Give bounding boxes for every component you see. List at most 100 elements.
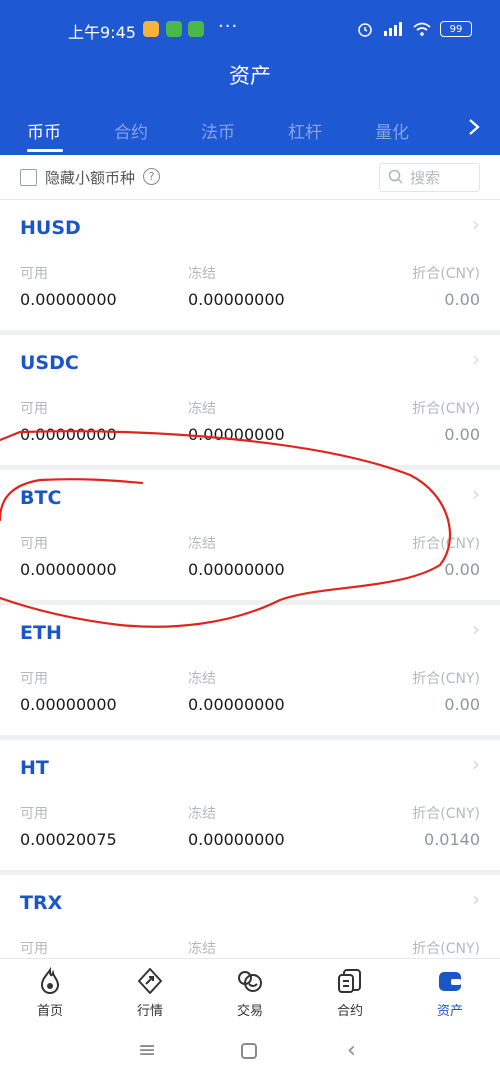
available-value: 0.00020075 (20, 830, 117, 849)
cny-label: 折合(CNY) (412, 941, 480, 957)
tab-spot[interactable]: 币币 (27, 118, 61, 143)
available-label: 可用 (20, 806, 48, 822)
filter-bar: 隐藏小额币种 ? (0, 155, 500, 200)
available-value: 0.00000000 (20, 425, 117, 444)
chevron-right-icon: › (472, 212, 480, 236)
nav-home-label: 首页 (36, 1004, 63, 1019)
search-input[interactable] (410, 167, 474, 189)
chevron-right-icon: › (472, 482, 480, 506)
hide-small-checkbox[interactable] (20, 169, 37, 186)
help-icon[interactable]: ? (143, 168, 160, 185)
cny-value: 0.00 (444, 290, 480, 309)
nav-home[interactable]: 首页 (0, 959, 100, 1025)
download-icon (166, 21, 182, 37)
cny-value: 0.00 (444, 425, 480, 444)
frozen-value: 0.00000000 (188, 425, 285, 444)
cny-value: 0.00 (444, 695, 480, 714)
frozen-label: 冻结 (188, 266, 216, 282)
available-label: 可用 (20, 266, 48, 282)
available-label: 可用 (20, 671, 48, 687)
frozen-label: 冻结 (188, 536, 216, 552)
tab-active-indicator (27, 149, 63, 152)
signal-icon (384, 22, 402, 36)
asset-name: BTC (20, 487, 62, 509)
hide-small-label[interactable]: 隐藏小额币种 (45, 167, 135, 188)
asset-card[interactable]: USDC › 可用 冻结 折合(CNY) 0.00000000 0.000000… (0, 335, 500, 465)
asset-name: HT (20, 757, 49, 779)
cny-value: 0.0140 (424, 830, 480, 849)
frozen-label: 冻结 (188, 671, 216, 687)
asset-name: TRX (20, 892, 63, 914)
battery-icon: 99 (440, 21, 472, 37)
nav-trade[interactable]: 交易 (200, 959, 300, 1025)
asset-card[interactable]: TRX › 可用 冻结 折合(CNY) (0, 875, 500, 958)
nav-contract[interactable]: 合约 (300, 959, 400, 1025)
tab-margin[interactable]: 杠杆 (288, 118, 322, 143)
status-time: 上午9:45 (68, 23, 136, 42)
nav-assets[interactable]: 资产 (400, 959, 500, 1025)
tab-futures[interactable]: 合约 (114, 118, 148, 143)
frozen-label: 冻结 (188, 401, 216, 417)
nav-trade-label: 交易 (236, 1004, 263, 1019)
available-label: 可用 (20, 941, 48, 957)
page-title: 资产 (229, 64, 271, 88)
home-square-icon[interactable] (240, 1038, 258, 1066)
chevron-right-icon: › (472, 887, 480, 911)
asset-name: HUSD (20, 217, 81, 239)
chevron-right-icon[interactable] (468, 117, 480, 141)
nav-contract-label: 合约 (336, 1004, 363, 1019)
menu-icon[interactable]: ≡ (138, 1038, 156, 1063)
contract-icon (338, 969, 361, 993)
asset-card[interactable]: HUSD › 可用 冻结 折合(CNY) 0.00000000 0.000000… (0, 200, 500, 330)
asset-name: ETH (20, 622, 62, 644)
search-box[interactable] (379, 163, 480, 192)
nav-market[interactable]: 行情 (100, 959, 200, 1025)
available-value: 0.00000000 (20, 560, 117, 579)
asset-card[interactable]: HT › 可用 冻结 折合(CNY) 0.00020075 0.00000000… (0, 740, 500, 870)
frozen-value: 0.00000000 (188, 695, 285, 714)
trade-icon (238, 971, 262, 992)
tab-quant[interactable]: 量化 (375, 118, 409, 143)
available-value: 0.00000000 (20, 290, 117, 309)
frozen-value: 0.00000000 (188, 560, 285, 579)
home-flame-icon (40, 967, 60, 994)
back-icon[interactable]: ‹ (347, 1038, 356, 1063)
download-icon (188, 21, 204, 37)
more-notifications-icon: ··· (218, 16, 239, 37)
status-icons: 99 (356, 20, 472, 38)
asset-card[interactable]: ETH › 可用 冻结 折合(CNY) 0.00000000 0.0000000… (0, 605, 500, 735)
alarm-icon (358, 23, 372, 37)
chevron-right-icon: › (472, 617, 480, 641)
tab-fiat[interactable]: 法币 (201, 118, 235, 143)
status-bar: 上午9:45 ··· 99 (0, 0, 500, 60)
cny-label: 折合(CNY) (412, 536, 480, 552)
chevron-right-icon: › (472, 752, 480, 776)
search-icon (388, 169, 403, 184)
available-label: 可用 (20, 401, 48, 417)
asset-tabs: 币币 合约 法币 杠杆 量化 (0, 104, 500, 155)
chevron-right-icon: › (472, 347, 480, 371)
cny-value: 0.00 (444, 560, 480, 579)
available-label: 可用 (20, 536, 48, 552)
available-value: 0.00000000 (20, 695, 117, 714)
app-header: 上午9:45 ··· 99 资产 币币 合约 法币 杠杆 量化 (0, 0, 500, 155)
market-icon (138, 968, 162, 994)
nav-assets-label: 资产 (436, 1004, 463, 1019)
wallet-icon (439, 972, 461, 991)
system-nav-bar: ≡ ‹ (0, 1024, 500, 1082)
cny-label: 折合(CNY) (412, 401, 480, 417)
asset-card[interactable]: BTC › 可用 冻结 折合(CNY) 0.00000000 0.0000000… (0, 470, 500, 600)
nav-market-label: 行情 (136, 1004, 163, 1019)
notification-app-icon (143, 21, 159, 37)
frozen-label: 冻结 (188, 941, 216, 957)
frozen-value: 0.00000000 (188, 290, 285, 309)
cny-label: 折合(CNY) (412, 266, 480, 282)
cny-label: 折合(CNY) (412, 671, 480, 687)
asset-list: HUSD › 可用 冻结 折合(CNY) 0.00000000 0.000000… (0, 200, 500, 958)
asset-name: USDC (20, 352, 79, 374)
cny-label: 折合(CNY) (412, 806, 480, 822)
frozen-label: 冻结 (188, 806, 216, 822)
bottom-nav: 首页 行情 交易 合约 资产 (0, 958, 500, 1024)
frozen-value: 0.00000000 (188, 830, 285, 849)
wifi-icon (413, 22, 431, 36)
